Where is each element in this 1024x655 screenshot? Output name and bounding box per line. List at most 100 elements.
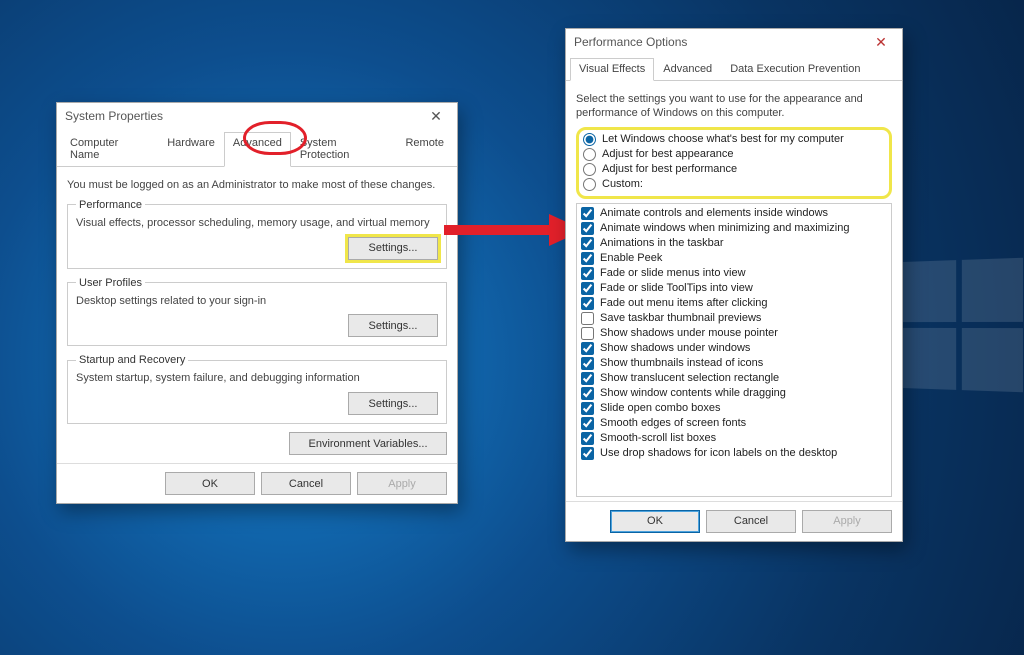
checkbox-label: Fade out menu items after clicking	[600, 297, 768, 309]
checkbox-label: Show shadows under windows	[600, 342, 750, 354]
close-button[interactable]: ✕	[417, 105, 455, 127]
check-option[interactable]: Animations in the taskbar	[581, 236, 887, 251]
radio-option[interactable]: Adjust for best appearance	[583, 147, 885, 162]
check-option[interactable]: Show shadows under windows	[581, 341, 887, 356]
startup-recovery-group: Startup and Recovery System startup, sys…	[67, 354, 447, 424]
group-text: Visual effects, processor scheduling, me…	[76, 217, 438, 231]
checkbox-input[interactable]	[581, 357, 594, 370]
user-profiles-settings-button[interactable]: Settings...	[348, 314, 438, 337]
intro-text: Select the settings you want to use for …	[576, 93, 892, 121]
checkbox-input[interactable]	[581, 402, 594, 415]
checkbox-input[interactable]	[581, 237, 594, 250]
tab-hardware[interactable]: Hardware	[158, 132, 224, 167]
checkbox-input[interactable]	[581, 282, 594, 295]
check-option[interactable]: Show translucent selection rectangle	[581, 371, 887, 386]
system-properties-dialog: System Properties ✕ Computer NameHardwar…	[56, 102, 458, 504]
checkbox-input[interactable]	[581, 222, 594, 235]
checkbox-label: Fade or slide ToolTips into view	[600, 282, 753, 294]
ok-button[interactable]: OK	[610, 510, 700, 533]
check-option[interactable]: Animate controls and elements inside win…	[581, 206, 887, 221]
environment-variables-button[interactable]: Environment Variables...	[289, 432, 447, 455]
checkbox-input[interactable]	[581, 417, 594, 430]
tab-data-execution-prevention[interactable]: Data Execution Prevention	[721, 58, 869, 81]
checkbox-input[interactable]	[581, 432, 594, 445]
checkbox-input[interactable]	[581, 342, 594, 355]
tabs: Visual EffectsAdvancedData Execution Pre…	[566, 57, 902, 81]
radio-label: Let Windows choose what's best for my co…	[602, 133, 844, 145]
tab-advanced[interactable]: Advanced	[224, 132, 291, 167]
check-option[interactable]: Show window contents while dragging	[581, 386, 887, 401]
dialog-footer: OK Cancel Apply	[57, 463, 457, 503]
checkbox-label: Smooth-scroll list boxes	[600, 432, 716, 444]
window-title: System Properties	[65, 109, 163, 123]
tab-advanced[interactable]: Advanced	[654, 58, 721, 81]
checkbox-label: Animations in the taskbar	[600, 237, 724, 249]
checkbox-input[interactable]	[581, 252, 594, 265]
checkbox-label: Animate controls and elements inside win…	[600, 207, 828, 219]
cancel-button[interactable]: Cancel	[706, 510, 796, 533]
radio-input[interactable]	[583, 163, 596, 176]
check-option[interactable]: Smooth-scroll list boxes	[581, 431, 887, 446]
radio-label: Adjust for best appearance	[602, 148, 733, 160]
radio-option[interactable]: Let Windows choose what's best for my co…	[583, 132, 885, 147]
ok-button[interactable]: OK	[165, 472, 255, 495]
checkbox-label: Show translucent selection rectangle	[600, 372, 779, 384]
group-legend: Startup and Recovery	[76, 354, 188, 366]
checkbox-input[interactable]	[581, 372, 594, 385]
check-option[interactable]: Slide open combo boxes	[581, 401, 887, 416]
apply-button[interactable]: Apply	[357, 472, 447, 495]
cancel-button[interactable]: Cancel	[261, 472, 351, 495]
tab-visual-effects[interactable]: Visual Effects	[570, 58, 654, 81]
checkbox-label: Slide open combo boxes	[600, 402, 720, 414]
checkbox-label: Smooth edges of screen fonts	[600, 417, 746, 429]
group-legend: User Profiles	[76, 277, 145, 289]
checkbox-label: Enable Peek	[600, 252, 662, 264]
check-option[interactable]: Use drop shadows for icon labels on the …	[581, 446, 887, 461]
window-title: Performance Options	[574, 35, 687, 49]
apply-button[interactable]: Apply	[802, 510, 892, 533]
radio-label: Custom:	[602, 178, 643, 190]
close-button[interactable]: ✕	[862, 31, 900, 53]
user-profiles-group: User Profiles Desktop settings related t…	[67, 277, 447, 347]
performance-options-dialog: Performance Options ✕ Visual EffectsAdva…	[565, 28, 903, 542]
checkbox-input[interactable]	[581, 267, 594, 280]
check-option[interactable]: Fade or slide ToolTips into view	[581, 281, 887, 296]
tab-computer-name[interactable]: Computer Name	[61, 132, 158, 167]
radio-input[interactable]	[583, 133, 596, 146]
performance-group: Performance Visual effects, processor sc…	[67, 199, 447, 269]
checkbox-label: Use drop shadows for icon labels on the …	[600, 447, 837, 459]
desktop-background: System Properties ✕ Computer NameHardwar…	[0, 0, 1024, 655]
checkbox-label: Show window contents while dragging	[600, 387, 786, 399]
check-option[interactable]: Show shadows under mouse pointer	[581, 326, 887, 341]
checkbox-input[interactable]	[581, 312, 594, 325]
group-text: Desktop settings related to your sign-in	[76, 295, 438, 309]
group-text: System startup, system failure, and debu…	[76, 372, 438, 386]
checkbox-input[interactable]	[581, 387, 594, 400]
titlebar: Performance Options ✕	[566, 29, 902, 55]
startup-settings-button[interactable]: Settings...	[348, 392, 438, 415]
performance-settings-button[interactable]: Settings...	[348, 237, 438, 260]
checkbox-label: Show shadows under mouse pointer	[600, 327, 778, 339]
radio-input[interactable]	[583, 178, 596, 191]
radio-label: Adjust for best performance	[602, 163, 737, 175]
radio-input[interactable]	[583, 148, 596, 161]
checkbox-input[interactable]	[581, 327, 594, 340]
tab-system-protection[interactable]: System Protection	[291, 132, 397, 167]
check-option[interactable]: Enable Peek	[581, 251, 887, 266]
check-option[interactable]: Smooth edges of screen fonts	[581, 416, 887, 431]
checkbox-label: Fade or slide menus into view	[600, 267, 746, 279]
check-option[interactable]: Fade out menu items after clicking	[581, 296, 887, 311]
tab-remote[interactable]: Remote	[396, 132, 453, 167]
radio-option[interactable]: Custom:	[583, 177, 885, 192]
checkbox-label: Animate windows when minimizing and maxi…	[600, 222, 849, 234]
checkbox-input[interactable]	[581, 447, 594, 460]
check-option[interactable]: Fade or slide menus into view	[581, 266, 887, 281]
visual-effects-list[interactable]: Animate controls and elements inside win…	[576, 203, 892, 497]
checkbox-input[interactable]	[581, 297, 594, 310]
check-option[interactable]: Animate windows when minimizing and maxi…	[581, 221, 887, 236]
check-option[interactable]: Save taskbar thumbnail previews	[581, 311, 887, 326]
checkbox-input[interactable]	[581, 207, 594, 220]
check-option[interactable]: Show thumbnails instead of icons	[581, 356, 887, 371]
admin-note: You must be logged on as an Administrato…	[67, 179, 447, 193]
radio-option[interactable]: Adjust for best performance	[583, 162, 885, 177]
